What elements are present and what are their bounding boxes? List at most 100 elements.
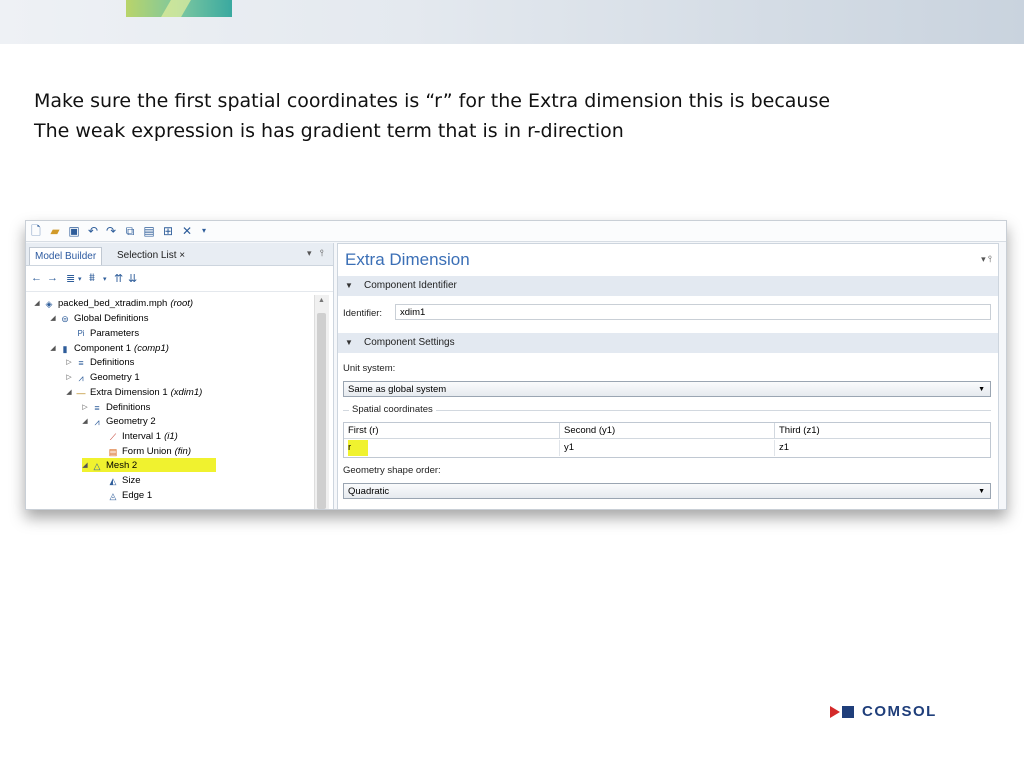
tree-label: Definitions <box>106 402 151 413</box>
scroll-up-icon[interactable]: ▲ <box>318 297 325 304</box>
tree-node-edge-1[interactable]: ◬ Edge 1 <box>96 489 153 503</box>
coordinate-third-cell[interactable]: z1 <box>775 440 990 456</box>
pin-icon[interactable]: ⫯ <box>320 248 324 259</box>
coordinates-header: First (r) <box>344 423 560 439</box>
collapsed-triangle-icon[interactable]: ▷ <box>64 371 74 385</box>
expand-triangle-icon[interactable]: ◢ <box>48 312 58 326</box>
tree-label: Mesh 2 <box>106 460 138 471</box>
list-icon[interactable]: ≣ <box>66 272 75 285</box>
slide-caption: Make sure the first spatial coordinates … <box>34 86 994 146</box>
mesh-icon: △ <box>93 461 101 471</box>
tree-label: Global Definitions <box>74 313 149 324</box>
parameters-icon: Pi <box>77 329 85 338</box>
expand-triangle-icon[interactable]: ◢ <box>80 415 90 429</box>
tree-node-geometry-1[interactable]: ▷ ⩘ Geometry 1 <box>64 371 140 385</box>
tree-node-root[interactable]: ◢ ◈ packed_bed_xtradim.mph (root) <box>32 297 193 311</box>
expand-triangle-icon[interactable]: ◢ <box>64 386 74 400</box>
comsol-logo: COMSOL <box>830 704 958 720</box>
tree-node-geometry-2[interactable]: ◢ ⩘ Geometry 2 <box>80 415 155 429</box>
main-toolbar: 🗋 ▰ ▣ ↶ ↷ ⧉ ▤ ⊞ ✕ ▾ <box>26 221 1006 242</box>
collapsed-triangle-icon[interactable]: ▷ <box>80 401 90 415</box>
tree-node-mesh-2[interactable]: ◢ △ Mesh 2 <box>80 459 137 473</box>
geometry-shape-order-label: Geometry shape order: <box>343 465 441 476</box>
dropdown-icon[interactable]: ▾ <box>197 224 211 238</box>
tree-node-form-union[interactable]: ▤ Form Union (fin) <box>96 445 191 459</box>
tree-node-global-definitions[interactable]: ◢ ⊜ Global Definitions <box>48 312 148 326</box>
tree-node-size[interactable]: ◭ Size <box>96 474 141 488</box>
comsol-logo-mark-icon <box>830 706 856 718</box>
tree-node-interval-1[interactable]: ⟋ Interval 1 (i1) <box>96 430 178 444</box>
size-icon: ◭ <box>109 476 117 486</box>
pin-icon[interactable]: ▾ ⫯ <box>981 254 992 265</box>
extra-dimension-icon: — <box>76 388 86 398</box>
section-collapse-icon[interactable]: ▼ <box>345 276 353 296</box>
section-component-identifier[interactable]: ▼ Component Identifier <box>338 276 998 296</box>
close-icon[interactable]: × <box>179 250 185 261</box>
tree-label: Geometry 1 <box>90 372 140 383</box>
tree-tag: (fin) <box>174 446 191 457</box>
open-folder-icon[interactable]: ▰ <box>48 224 62 238</box>
expand-all-icon[interactable]: ⇊ <box>128 272 137 285</box>
tab-model-builder[interactable]: Model Builder <box>29 247 103 265</box>
paste-icon[interactable]: ▤ <box>142 224 156 238</box>
tree-node-parameters[interactable]: Pi Parameters <box>64 327 139 341</box>
component-icon: ▮ <box>62 344 68 354</box>
tree-label: Edge 1 <box>122 490 153 501</box>
undo-icon[interactable]: ↶ <box>86 224 100 238</box>
unit-system-value: Same as global system <box>348 384 447 395</box>
expand-triangle-icon[interactable]: ◢ <box>32 297 42 311</box>
scrollbar-thumb[interactable] <box>317 313 326 509</box>
filter-icon[interactable]: ⩩ <box>89 272 95 285</box>
first-coordinate-value: r <box>348 440 368 456</box>
save-icon[interactable]: ▣ <box>67 224 81 238</box>
geometry-icon: ⩘ <box>78 373 84 383</box>
chevron-down-icon[interactable]: ▾ <box>78 275 82 283</box>
coordinates-table: First (r) Second (y1) Third (z1) r y1 z1 <box>343 422 991 458</box>
panel-tabs: Model Builder Selection List × ▾ ⫯ <box>26 243 333 266</box>
collapsed-triangle-icon[interactable]: ▷ <box>64 356 74 370</box>
banner-graphic <box>126 0 232 17</box>
tree-node-definitions-2[interactable]: ▷ ≡ Definitions <box>80 401 150 415</box>
section-label: Component Identifier <box>364 280 457 291</box>
coordinate-first-cell[interactable]: r <box>344 440 560 456</box>
section-component-settings[interactable]: ▼ Component Settings <box>338 333 998 353</box>
tree-node-extra-dimension-1[interactable]: ◢ — Extra Dimension 1 (xdim1) <box>64 386 202 400</box>
tab-selection-list[interactable]: Selection List × <box>112 247 190 264</box>
copy-icon[interactable]: ⧉ <box>123 224 137 238</box>
tree-node-component-1[interactable]: ◢ ▮ Component 1 (comp1) <box>48 342 169 356</box>
slide-banner <box>0 0 1024 44</box>
redo-icon[interactable]: ↷ <box>104 224 118 238</box>
global-definitions-icon: ⊜ <box>61 314 69 324</box>
collapse-all-icon[interactable]: ⇈ <box>114 272 123 285</box>
new-file-icon[interactable]: 🗋 <box>29 224 43 238</box>
tree-label: Extra Dimension 1 <box>90 387 168 398</box>
tree-label: Component 1 <box>74 343 132 354</box>
coordinate-second-cell[interactable]: y1 <box>560 440 775 456</box>
geometry-icon: ⩘ <box>94 417 100 427</box>
expand-triangle-icon[interactable]: ◢ <box>48 342 58 356</box>
form-union-icon: ▤ <box>108 447 118 457</box>
chevron-down-icon[interactable]: ▼ <box>978 484 985 499</box>
back-arrow-icon[interactable]: ← <box>31 272 42 284</box>
identifier-field[interactable]: xdim1 <box>395 304 991 320</box>
duplicate-icon[interactable]: ⊞ <box>161 224 175 238</box>
forward-arrow-icon[interactable]: → <box>47 272 58 284</box>
view-menu-icon[interactable]: ▾ <box>307 248 312 259</box>
delete-icon[interactable]: ✕ <box>180 224 194 238</box>
settings-title: Extra Dimension <box>345 250 470 269</box>
tree-node-definitions[interactable]: ▷ ≡ Definitions <box>64 356 134 370</box>
chevron-down-icon[interactable]: ▾ <box>103 275 107 283</box>
geometry-shape-order-select[interactable]: Quadratic ▼ <box>343 483 991 499</box>
comsol-logo-text: COMSOL <box>862 703 937 720</box>
expand-triangle-icon[interactable]: ◢ <box>80 459 90 473</box>
edge-icon: ◬ <box>109 491 117 501</box>
unit-system-select[interactable]: Same as global system ▼ <box>343 381 991 397</box>
caption-line-1: Make sure the first spatial coordinates … <box>34 90 831 112</box>
section-collapse-icon[interactable]: ▼ <box>345 333 353 353</box>
interval-icon: ⟋ <box>109 432 117 442</box>
chevron-down-icon[interactable]: ▼ <box>978 382 985 397</box>
tab-model-builder-label: Model Builder <box>35 251 97 262</box>
tree-scrollbar[interactable]: ▲ <box>314 295 329 509</box>
tree-label: Interval 1 <box>122 431 162 442</box>
unit-system-label: Unit system: <box>343 363 396 374</box>
